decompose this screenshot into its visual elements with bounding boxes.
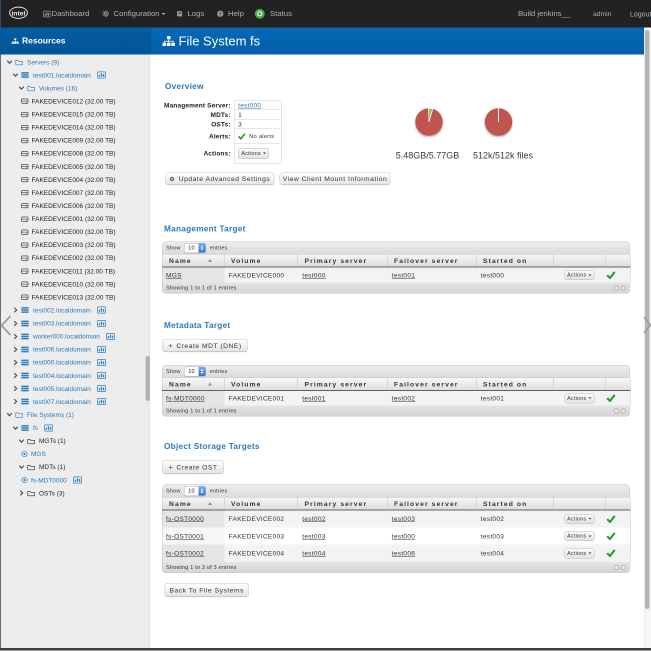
svg-text:intel: intel xyxy=(12,10,26,17)
